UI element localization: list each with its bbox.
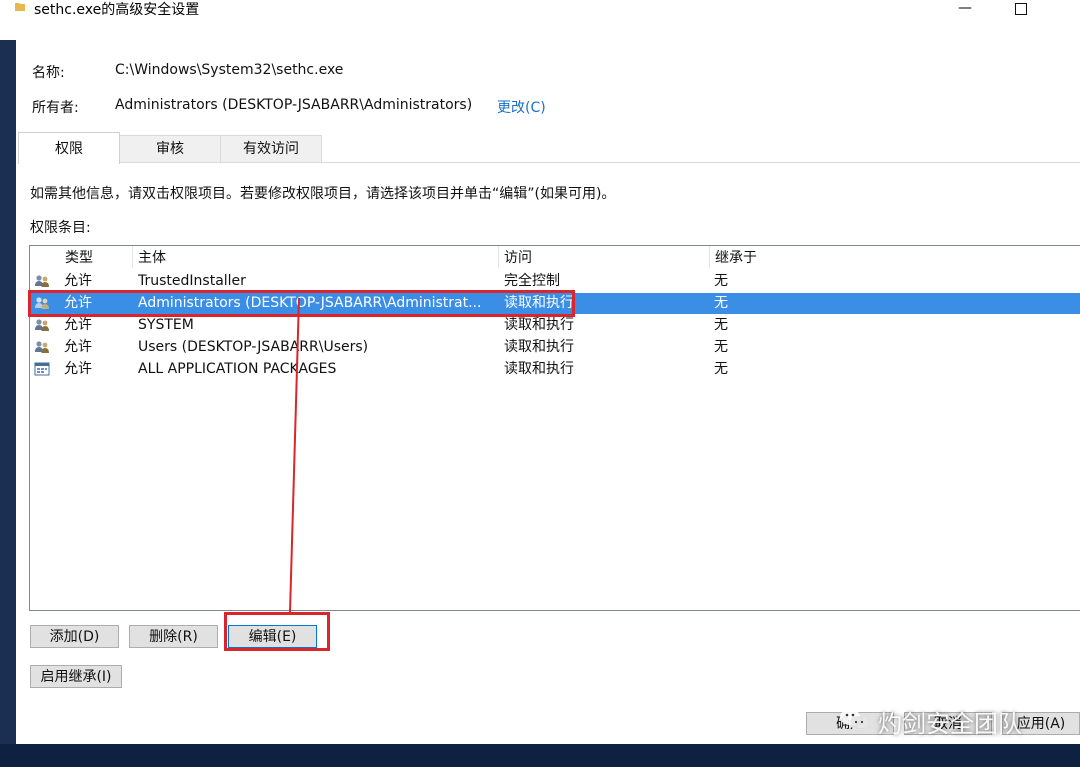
row-type: 允许 (64, 361, 92, 377)
row-principal: Users (DESKTOP-JSABARR\Users) (138, 339, 369, 355)
tab-permissions[interactable]: 权限 (18, 132, 120, 164)
info-text: 如需其他信息，请双击权限项目。若要修改权限项目，请选择该项目并单击“编辑”(如果… (30, 186, 616, 202)
security-settings-window: sethc.exe的高级安全设置 — 名称: C:\Windows\System… (0, 0, 1080, 744)
users-icon (35, 319, 49, 331)
minimize-button[interactable]: — (942, 0, 988, 18)
owner-label: 所有者: (32, 100, 79, 116)
table-row[interactable]: 允许 TrustedInstaller 完全控制 无 (30, 271, 1080, 292)
users-icon (35, 341, 49, 353)
table-row-selected[interactable]: 允许 Administrators (DESKTOP-JSABARR\Admin… (30, 293, 1080, 314)
owner-value: Administrators (DESKTOP-JSABARR\Administ… (115, 97, 473, 113)
minimize-icon: — (958, 0, 972, 16)
table-row[interactable]: 允许 ALL APPLICATION PACKAGES 读取和执行 无 (30, 359, 1080, 380)
app-packages-icon (34, 362, 50, 376)
row-type: 允许 (64, 339, 92, 355)
desktop-background (0, 40, 16, 744)
enable-inheritance-button[interactable]: 启用继承(I) (30, 665, 122, 688)
change-owner-link[interactable]: 更改(C) (497, 97, 546, 117)
permission-entries-label: 权限条目: (30, 220, 91, 236)
remove-button[interactable]: 删除(R) (129, 625, 218, 648)
row-principal: ALL APPLICATION PACKAGES (138, 361, 337, 377)
table-row[interactable]: 允许 SYSTEM 读取和执行 无 (30, 315, 1080, 336)
users-icon (35, 275, 49, 287)
annotation-arrow (289, 297, 300, 613)
row-inherited-from: 无 (714, 339, 728, 355)
row-type: 允许 (64, 295, 92, 311)
row-access: 读取和执行 (504, 295, 574, 311)
edit-button[interactable]: 编辑(E) (228, 625, 317, 648)
row-type: 允许 (64, 273, 92, 289)
permission-entries-list[interactable]: 类型 主体 访问 继承于 允许 TrustedInstaller 完全控制 无 (29, 245, 1080, 611)
row-access: 读取和执行 (504, 317, 574, 333)
column-header-type[interactable]: 类型 (59, 246, 132, 268)
row-inherited-from: 无 (714, 317, 728, 333)
name-value: C:\Windows\System32\sethc.exe (115, 62, 344, 78)
taskbar-background (0, 744, 1080, 767)
row-access: 读取和执行 (504, 339, 574, 355)
watermark-text: 灼剑安全团队 (878, 710, 1022, 738)
row-inherited-from: 无 (714, 273, 728, 289)
add-button[interactable]: 添加(D) (30, 625, 119, 648)
row-principal: Administrators (DESKTOP-JSABARR\Administ… (138, 295, 482, 311)
dialog-content: 名称: C:\Windows\System32\sethc.exe 所有者: A… (16, 18, 1080, 744)
row-access: 读取和执行 (504, 361, 574, 377)
title-bar: sethc.exe的高级安全设置 — (0, 0, 1080, 18)
maximize-icon (1015, 3, 1027, 15)
table-row[interactable]: 允许 Users (DESKTOP-JSABARR\Users) 读取和执行 无 (30, 337, 1080, 358)
tab-effective-access[interactable]: 有效访问 (220, 135, 322, 162)
wechat-icon (840, 709, 868, 730)
row-inherited-from: 无 (714, 361, 728, 377)
column-header-access[interactable]: 访问 (498, 246, 709, 268)
column-header-inherited-from[interactable]: 继承于 (709, 246, 1009, 268)
row-access: 完全控制 (504, 273, 560, 289)
column-header-principal[interactable]: 主体 (132, 246, 498, 268)
row-principal: TrustedInstaller (138, 273, 246, 289)
row-principal: SYSTEM (138, 317, 194, 333)
folder-icon (15, 3, 25, 11)
row-type: 允许 (64, 317, 92, 333)
tab-auditing[interactable]: 审核 (119, 135, 221, 162)
row-inherited-from: 无 (714, 295, 728, 311)
maximize-button[interactable] (998, 0, 1044, 18)
list-header: 类型 主体 访问 继承于 (30, 246, 1080, 268)
name-label: 名称: (32, 65, 65, 81)
window-title: sethc.exe的高级安全设置 (34, 2, 200, 18)
tab-divider (18, 162, 1080, 163)
users-icon (35, 297, 49, 309)
